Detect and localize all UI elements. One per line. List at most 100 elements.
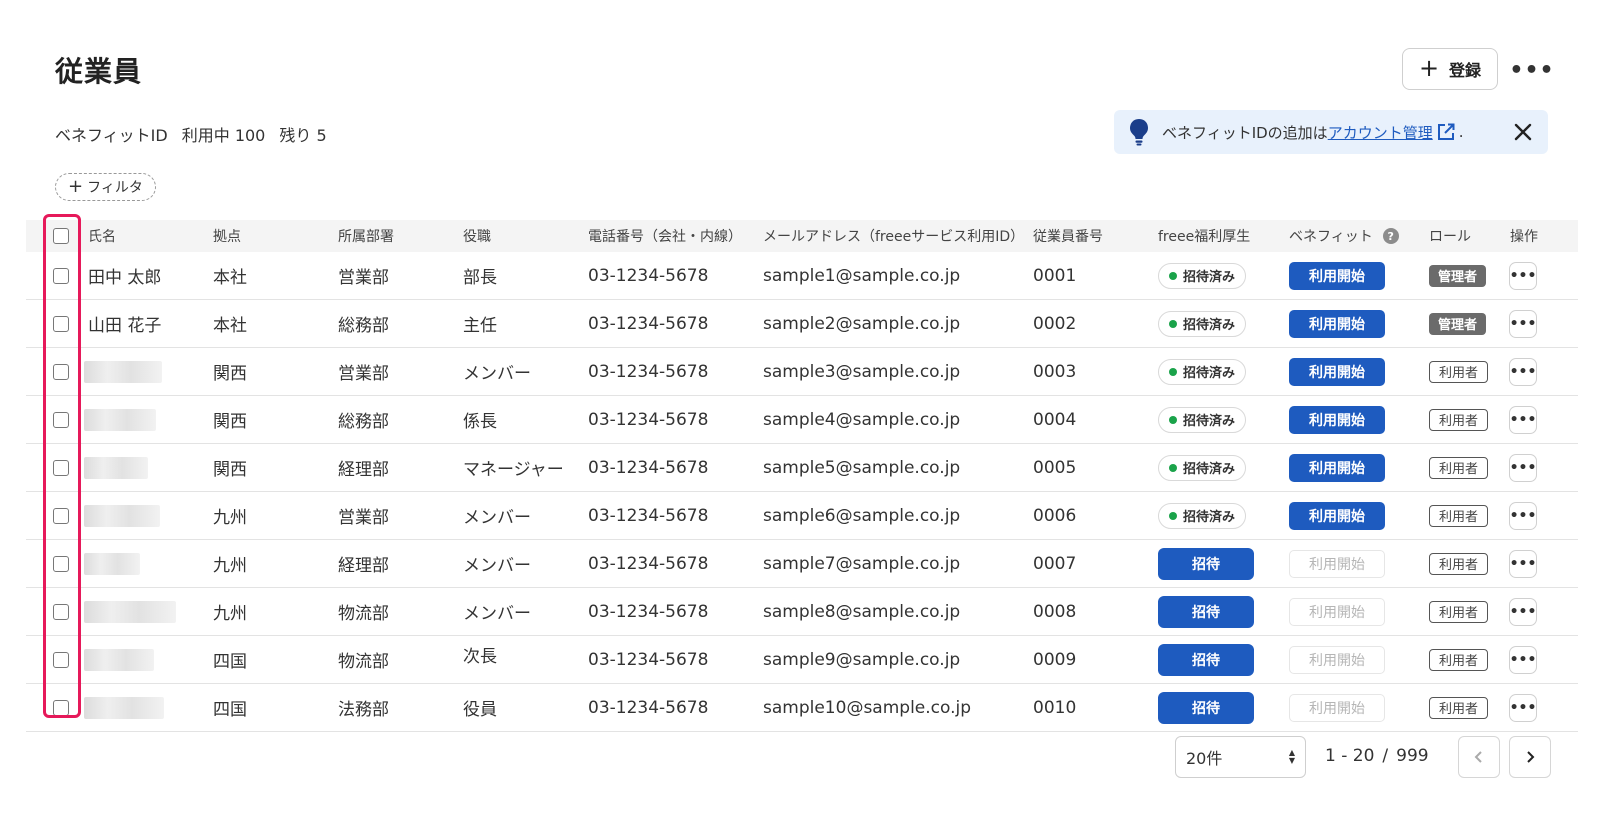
close-icon[interactable] — [1512, 121, 1534, 143]
employee-location: 九州 — [213, 604, 247, 624]
table-row[interactable]: 田中 太郎 本社 営業部 部長 03-1234-5678 sample1@sam… — [26, 252, 1578, 300]
next-page-button[interactable] — [1509, 736, 1551, 778]
status-dot-icon — [1169, 319, 1177, 328]
invite-button[interactable]: 招待 — [1158, 595, 1254, 628]
employee-position: メンバー — [463, 508, 531, 528]
chevron-left-icon — [1474, 751, 1482, 763]
row-checkbox[interactable] — [53, 555, 69, 572]
row-checkbox[interactable] — [53, 315, 69, 332]
row-actions-button[interactable]: ••• — [1509, 453, 1537, 482]
col-position[interactable]: 役職 — [463, 220, 491, 252]
employee-location: 四国 — [213, 700, 247, 720]
employee-email: sample4@sample.co.jp — [763, 409, 961, 430]
col-welfare[interactable]: freee福利厚生 — [1158, 220, 1250, 252]
row-actions-button[interactable]: ••• — [1509, 405, 1537, 434]
employee-location: 関西 — [213, 364, 247, 384]
chevron-right-icon — [1527, 751, 1535, 763]
employee-name[interactable]: 山田 花子 — [88, 300, 161, 347]
blurred-name — [84, 552, 140, 575]
select-all-checkbox[interactable] — [53, 228, 69, 244]
employee-location: 関西 — [213, 412, 247, 432]
invite-button[interactable]: 招待 — [1158, 691, 1254, 724]
more-icon: ••• — [1509, 267, 1537, 284]
invite-button[interactable]: 招待 — [1158, 643, 1254, 676]
employee-phone: 03-1234-5678 — [588, 457, 709, 478]
row-actions-button[interactable]: ••• — [1509, 501, 1537, 530]
more-menu-button[interactable]: ••• — [1509, 54, 1553, 86]
status-badge: 招待済み — [1158, 262, 1247, 289]
table-header: 氏名 拠点 所属部署 役職 電話番号（会社・内線） メールアドレス（freeeサ… — [26, 220, 1578, 252]
row-actions-button[interactable]: ••• — [1509, 549, 1537, 578]
row-actions-button[interactable]: ••• — [1509, 357, 1537, 386]
row-actions-button[interactable]: ••• — [1509, 693, 1537, 722]
row-actions-button[interactable]: ••• — [1509, 261, 1537, 290]
col-phone[interactable]: 電話番号（会社・内線） — [588, 220, 742, 252]
start-benefit-button[interactable]: 利用開始 — [1289, 453, 1385, 482]
start-benefit-button[interactable]: 利用開始 — [1289, 309, 1385, 338]
employee-location: 本社 — [213, 268, 247, 288]
status-label: 招待済み — [1183, 318, 1236, 333]
external-link-icon[interactable] — [1437, 123, 1455, 141]
col-email[interactable]: メールアドレス（freeeサービス利用ID） — [763, 220, 1024, 252]
select-arrows-icon: ▲ ▼ — [1288, 748, 1295, 765]
table-row[interactable]: 四国 物流部 次長 03-1234-5678 sample9@sample.co… — [26, 636, 1578, 684]
table-row[interactable]: 九州 物流部 メンバー 03-1234-5678 sample8@sample.… — [26, 588, 1578, 636]
start-benefit-button[interactable]: 利用開始 — [1289, 501, 1385, 530]
table-row[interactable]: 四国 法務部 役員 03-1234-5678 sample10@sample.c… — [26, 684, 1578, 732]
blurred-name — [84, 408, 156, 431]
table-row[interactable]: 関西 総務部 係長 03-1234-5678 sample4@sample.co… — [26, 396, 1578, 444]
row-checkbox[interactable] — [53, 603, 69, 620]
row-checkbox[interactable] — [53, 459, 69, 476]
employee-number: 0007 — [1033, 553, 1077, 574]
table-row[interactable]: 関西 経理部 マネージャー 03-1234-5678 sample5@sampl… — [26, 444, 1578, 492]
col-employee-no[interactable]: 従業員番号 — [1033, 220, 1103, 252]
add-filter-button[interactable]: + フィルタ — [55, 173, 156, 201]
range-value: 1 - 20 — [1325, 746, 1375, 766]
col-name[interactable]: 氏名 — [88, 220, 116, 252]
table-row[interactable]: 九州 経理部 メンバー 03-1234-5678 sample7@sample.… — [26, 540, 1578, 588]
col-department[interactable]: 所属部署 — [338, 220, 394, 252]
row-checkbox[interactable] — [53, 699, 69, 716]
col-benefit[interactable]: ベネフィット ? — [1289, 220, 1399, 252]
summary-label: ベネフィットID — [55, 126, 168, 145]
row-checkbox[interactable] — [53, 651, 69, 668]
table-row[interactable]: 九州 営業部 メンバー 03-1234-5678 sample6@sample.… — [26, 492, 1578, 540]
status-label: 招待済み — [1183, 510, 1236, 525]
employee-phone: 03-1234-5678 — [588, 505, 709, 526]
table-row[interactable]: 関西 営業部 メンバー 03-1234-5678 sample3@sample.… — [26, 348, 1578, 396]
employee-position: メンバー — [463, 556, 531, 576]
employee-number: 0003 — [1033, 361, 1077, 382]
start-benefit-button-disabled: 利用開始 — [1289, 645, 1385, 674]
info-notice: ベネフィットIDの追加は アカウント管理 . — [1114, 110, 1548, 154]
status-badge: 招待済み — [1158, 502, 1247, 529]
more-icon: ••• — [1509, 411, 1537, 428]
range-separator: / — [1382, 746, 1389, 766]
invite-button[interactable]: 招待 — [1158, 547, 1254, 580]
status-label: 招待済み — [1183, 414, 1236, 429]
start-benefit-button[interactable]: 利用開始 — [1289, 405, 1385, 434]
per-page-select[interactable]: 20件 ▲ ▼ — [1175, 736, 1306, 778]
row-actions-button[interactable]: ••• — [1509, 597, 1537, 626]
account-management-link[interactable]: アカウント管理 — [1328, 122, 1433, 143]
row-actions-button[interactable]: ••• — [1509, 645, 1537, 674]
employee-email: sample8@sample.co.jp — [763, 601, 961, 622]
employee-number: 0005 — [1033, 457, 1077, 478]
row-checkbox[interactable] — [53, 363, 69, 380]
start-benefit-button[interactable]: 利用開始 — [1289, 357, 1385, 386]
help-icon[interactable]: ? — [1382, 228, 1399, 244]
col-location[interactable]: 拠点 — [213, 220, 241, 252]
employee-name[interactable]: 田中 太郎 — [88, 252, 161, 299]
register-button[interactable]: + 登録 — [1402, 48, 1498, 90]
role-badge: 利用者 — [1429, 360, 1489, 383]
row-checkbox[interactable] — [53, 507, 69, 524]
table-row[interactable]: 山田 花子 本社 総務部 主任 03-1234-5678 sample2@sam… — [26, 300, 1578, 348]
more-icon: ••• — [1509, 459, 1537, 476]
employee-position: マネージャー — [463, 460, 564, 480]
row-checkbox[interactable] — [53, 411, 69, 428]
start-benefit-button[interactable]: 利用開始 — [1289, 261, 1385, 290]
more-icon: ••• — [1509, 699, 1537, 716]
col-role[interactable]: ロール — [1429, 220, 1471, 252]
row-actions-button[interactable]: ••• — [1509, 309, 1537, 338]
prev-page-button[interactable] — [1458, 736, 1500, 778]
row-checkbox[interactable] — [53, 267, 69, 284]
